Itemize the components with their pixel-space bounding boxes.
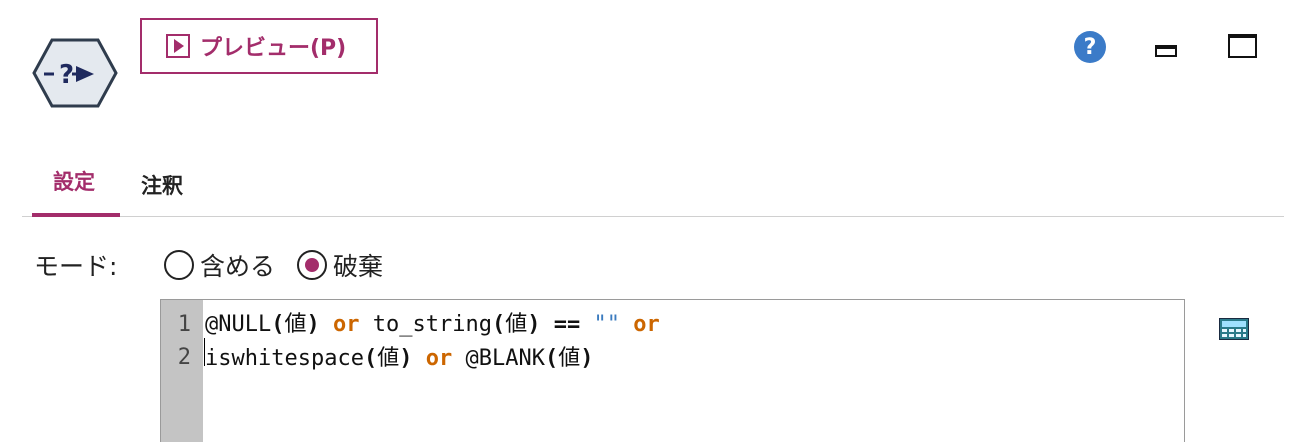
code-line-1[interactable]: @NULL(値) or to_string(値) == "" or [205,306,660,338]
expression-builder-icon[interactable] [1219,318,1249,340]
tab-bar: 設定 注釈 [22,160,1284,217]
line-number: 2 [177,345,191,370]
radio-checked-icon[interactable] [297,250,328,280]
tab-settings[interactable]: 設定 [53,166,95,196]
maximize-icon[interactable] [1228,34,1257,58]
minimize-icon[interactable] [1155,45,1177,57]
preview-button-label: プレビュー(P) [200,36,347,61]
help-icon-glyph: ? [1083,34,1097,60]
mode-label: モード: [34,252,118,281]
mode-row: モード: 含める 破棄 [34,248,405,282]
mode-radio-discard[interactable]: 破棄 [297,247,383,283]
preview-button[interactable]: プレビュー(P) [140,18,378,74]
expression-editor[interactable]: 1 2 @NULL(値) or to_string(値) == "" or is… [160,299,1185,442]
text-caret [204,338,205,366]
active-tab-indicator [32,213,120,217]
code-line-2[interactable]: iswhitespace(値) or @BLANK(値) [205,340,593,372]
radio-unchecked-icon[interactable] [164,250,194,280]
mode-radio-include-label: 含める [200,252,276,281]
mode-radio-include[interactable]: 含める [164,247,275,283]
svg-text:?: ? [59,60,74,90]
mode-radio-discard-label: 破棄 [333,252,384,281]
tab-notes[interactable]: 注釈 [141,170,183,200]
line-number: 1 [177,312,191,337]
play-icon [166,34,190,58]
help-icon[interactable]: ? [1074,31,1106,63]
select-node-icon: ? [32,38,118,108]
